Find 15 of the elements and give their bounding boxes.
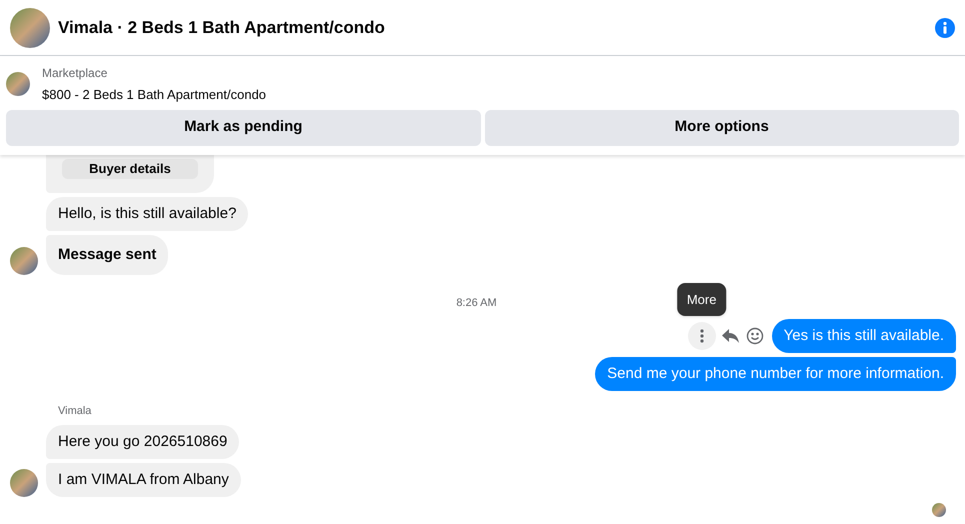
message-bubble: Send me your phone number for more information. [595,357,956,391]
message-bubble: Message sent [46,234,168,274]
timestamp: 8:26 AM [456,296,497,310]
listing-source: Marketplace [42,65,108,82]
message-bubble: I am VIMALA from Albany [46,462,241,496]
sender-name: Vimala [58,404,92,419]
tooltip: More [676,282,726,316]
message-bubble: Yes is this still available. [772,319,956,353]
conversation-title: Vimala · 2 Beds 1 Bath Apartment/condo [58,16,385,39]
message-bubble: Here you go 2026510869 [46,424,240,458]
action-button[interactable]: Mark as pending [6,110,480,146]
action-button[interactable]: More options [484,110,959,146]
buyer-details-button[interactable]: Buyer details [62,158,198,178]
message-bubble: Hello, is this still available? [46,196,248,230]
listing-title: $800 - 2 Beds 1 Bath Apartment/condo [42,86,266,104]
